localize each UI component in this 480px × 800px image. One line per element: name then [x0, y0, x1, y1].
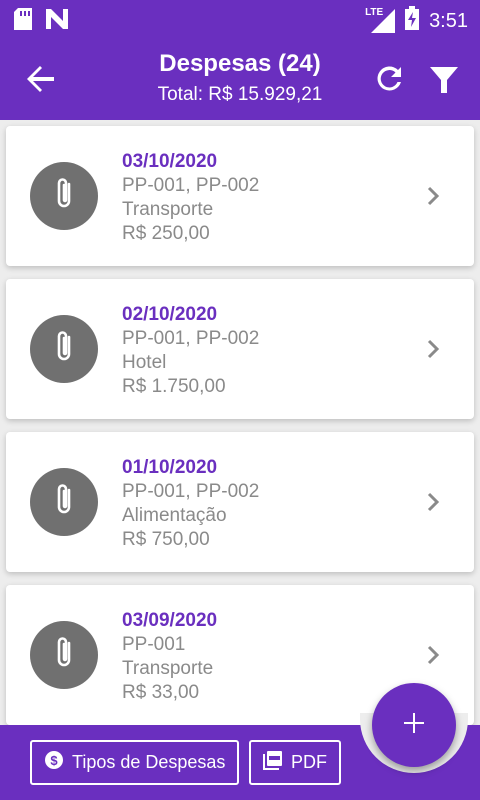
expense-category: Transporte	[122, 658, 214, 679]
chevron-right-icon	[424, 337, 444, 361]
add-expense-button[interactable]	[372, 683, 456, 767]
expense-date: 01/10/2020	[122, 457, 218, 478]
paperclip-icon	[51, 634, 77, 677]
expense-date: 03/10/2020	[122, 151, 218, 172]
expense-category: Transporte	[122, 199, 214, 220]
chevron-right-icon	[424, 490, 444, 514]
status-bar: LTE 3:51	[0, 0, 480, 36]
pdf-button[interactable]: PDF	[249, 740, 341, 785]
sd-card-icon	[14, 8, 32, 35]
expense-list[interactable]: 03/10/2020 PP-001, PP-002 Transporte R$ …	[0, 120, 480, 730]
filter-icon[interactable]	[428, 64, 460, 96]
plus-icon	[403, 712, 425, 739]
n-logo-icon	[46, 9, 68, 34]
expense-codes: PP-001, PP-002	[122, 328, 260, 349]
refresh-icon[interactable]	[372, 62, 406, 96]
battery-icon	[405, 6, 420, 36]
pdf-file-icon	[263, 750, 283, 775]
expense-codes: PP-001, PP-002	[122, 175, 260, 196]
dollar-circle-icon: $	[44, 750, 64, 775]
total-label: Total: R$ 15.929,21	[157, 84, 323, 105]
attachment-avatar	[30, 468, 98, 536]
expense-card[interactable]: 02/10/2020 PP-001, PP-002 Hotel R$ 1.750…	[6, 279, 474, 419]
expense-codes: PP-001, PP-002	[122, 481, 260, 502]
expense-amount: R$ 1.750,00	[122, 376, 226, 397]
expense-types-button[interactable]: $ Tipos de Despesas	[30, 740, 240, 785]
expense-category: Hotel	[122, 352, 167, 373]
signal-icon: LTE	[365, 7, 396, 33]
clock: 3:51	[429, 9, 468, 32]
expense-card[interactable]: 01/10/2020 PP-001, PP-002 Alimentação R$…	[6, 432, 474, 572]
paperclip-icon	[51, 175, 77, 218]
attachment-avatar	[30, 621, 98, 689]
chevron-right-icon	[424, 643, 444, 667]
expense-amount: R$ 250,00	[122, 223, 210, 244]
expense-amount: R$ 750,00	[122, 529, 210, 550]
expense-codes: PP-001	[122, 634, 186, 655]
svg-text:$: $	[50, 753, 58, 768]
attachment-avatar	[30, 315, 98, 383]
expense-date: 02/10/2020	[122, 304, 218, 325]
page-title: Despesas (24)	[159, 50, 321, 77]
expense-card[interactable]: 03/10/2020 PP-001, PP-002 Transporte R$ …	[6, 126, 474, 266]
app-bar: Despesas (24) Total: R$ 15.929,21	[0, 36, 480, 120]
expense-date: 03/09/2020	[122, 610, 218, 631]
paperclip-icon	[51, 328, 77, 371]
network-label: LTE	[365, 7, 384, 18]
expense-amount: R$ 33,00	[122, 682, 200, 703]
paperclip-icon	[51, 481, 77, 524]
chevron-right-icon	[424, 184, 444, 208]
expense-types-label: Tipos de Despesas	[72, 752, 226, 772]
attachment-avatar	[30, 162, 98, 230]
expense-category: Alimentação	[122, 505, 227, 526]
pdf-label: PDF	[291, 752, 327, 772]
